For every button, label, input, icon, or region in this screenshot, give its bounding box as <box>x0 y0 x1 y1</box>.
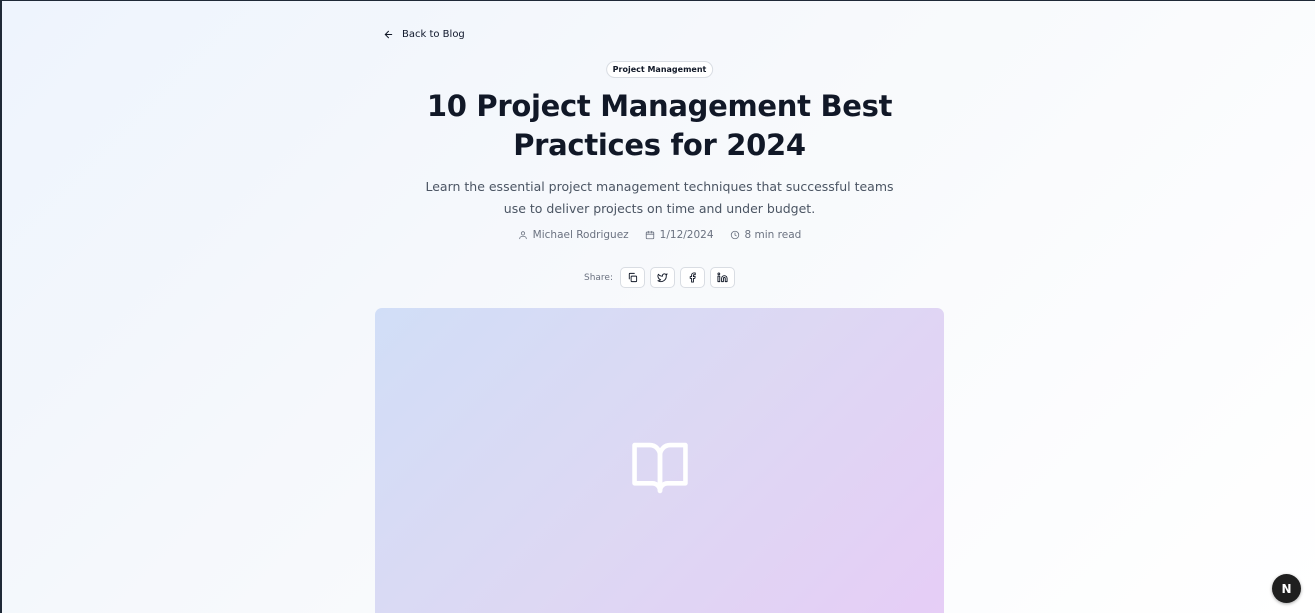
article-excerpt: Learn the essential project management t… <box>425 179 894 216</box>
share-facebook-button[interactable] <box>680 267 705 288</box>
twitter-icon <box>657 273 668 283</box>
back-to-blog-label: Back to Blog <box>402 28 465 40</box>
linkedin-icon <box>717 272 728 283</box>
category-badge[interactable]: Project Management <box>605 61 714 78</box>
read-time: 8 min read <box>744 229 802 241</box>
author-meta: Michael Rodriguez <box>518 229 629 241</box>
hero-image <box>375 308 944 613</box>
copy-link-button[interactable] <box>620 267 645 288</box>
calendar-icon <box>645 230 654 240</box>
copy-link-icon <box>628 272 638 283</box>
share-label: Share: <box>583 272 613 283</box>
publish-date: 1/12/2024 <box>659 229 714 241</box>
book-open-icon <box>631 442 688 494</box>
read-time-meta: 8 min read <box>730 229 802 241</box>
clock-icon <box>730 230 739 240</box>
user-icon <box>518 231 527 240</box>
share-bar: Share: <box>375 267 944 288</box>
share-twitter-button[interactable] <box>650 267 675 288</box>
nextjs-dev-badge[interactable]: N <box>1272 574 1301 603</box>
arrow-left-icon <box>384 30 393 38</box>
date-meta: 1/12/2024 <box>645 229 714 241</box>
share-linkedin-button[interactable] <box>710 267 735 288</box>
article-meta: Michael Rodriguez 1/12/2024 8 min read <box>375 229 944 241</box>
article-title: 10 Project Management Best Practices for… <box>426 89 893 162</box>
author-name: Michael Rodriguez <box>532 229 629 241</box>
facebook-icon <box>689 272 696 283</box>
back-to-blog-link[interactable]: Back to Blog <box>383 25 465 43</box>
